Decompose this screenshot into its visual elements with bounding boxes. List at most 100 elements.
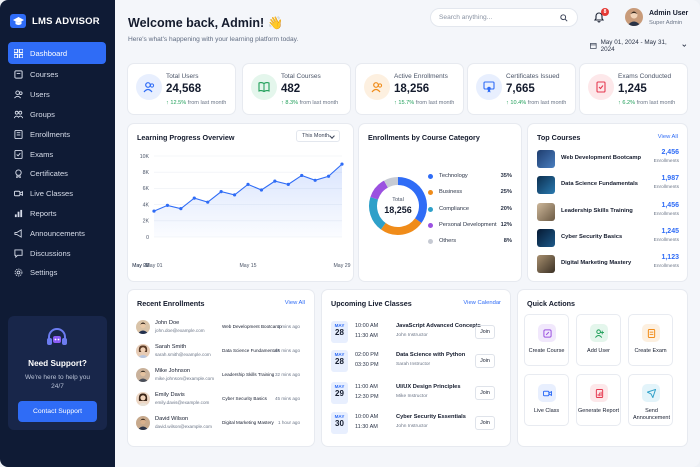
data-point[interactable] [313, 178, 317, 182]
top-course-item[interactable]: Data Science Fundamentals 1,987 Enrollme… [537, 175, 679, 194]
enrollment-row[interactable]: Emily Davis emily.davis@example.com Cybe… [136, 390, 300, 410]
live-class-item: MAY 29 11:00 AM 12:30 PM UI/UX Design Pri… [331, 382, 495, 406]
enrollment-time: 45 mins ago [274, 396, 300, 401]
sidebar-item-certificates[interactable]: Certificates [8, 164, 106, 184]
add-user-button[interactable]: Add User [576, 314, 621, 366]
data-point[interactable] [326, 174, 331, 178]
search-placeholder: Search anything... [439, 14, 493, 21]
data-point[interactable] [206, 200, 210, 204]
sidebar-item-enrollments[interactable]: Enrollments [8, 124, 106, 144]
legend-label: Technology [439, 173, 468, 179]
calendar-icon [590, 43, 597, 49]
stat-card-exams-conducted[interactable]: Exams Conducted 1,245 ↑ 6.2% from last m… [580, 64, 687, 114]
sidebar-item-users[interactable]: Users [8, 85, 106, 105]
change-value: ↑ 8.3% [281, 100, 299, 106]
top-course-item[interactable]: Web Development Bootcamp 2,456 Enrollmen… [537, 149, 679, 168]
app-name: LMS ADVISOR [32, 15, 100, 27]
student-name: Sarah Smith [155, 344, 187, 350]
view-all-enrollments-link[interactable]: View All [285, 300, 305, 306]
sidebar-item-reports[interactable]: Reports [8, 204, 106, 224]
enrollments-by-category-card: Enrollments by Course Category Total 18,… [359, 124, 521, 281]
user-avatar[interactable] [625, 8, 643, 26]
data-point[interactable] [300, 173, 304, 178]
class-instructor: John Instructor [396, 424, 428, 429]
report-icon [595, 388, 603, 398]
video-icon [14, 190, 23, 197]
send-announcement-button[interactable]: Send Announcement [628, 374, 673, 426]
contact-support-button[interactable]: Contact Support [18, 401, 97, 422]
donut-slice-business[interactable] [380, 218, 422, 235]
data-point[interactable] [273, 179, 277, 183]
enrollments-icon [14, 129, 23, 139]
enrollment-row[interactable]: Sarah Smith sarah.smith@example.com Data… [136, 342, 300, 362]
sidebar-item-settings[interactable]: Settings [8, 263, 106, 283]
enrollment-row[interactable]: John Doe john.doe@example.com Web Develo… [136, 318, 300, 338]
top-course-item[interactable]: Digital Marketing Mastery 1,123 Enrollme… [537, 254, 679, 273]
create-exam-button[interactable]: Create Exam [628, 314, 673, 366]
stat-card-certificates-issued[interactable]: Certificates Issued 7,665 ↑ 10.4% from l… [468, 64, 575, 114]
date-range-picker[interactable]: May 01, 2024 - May 31, 2024 [584, 38, 688, 53]
logo[interactable]: LMS ADVISOR [10, 14, 100, 28]
y-tick-label: 2K [143, 219, 150, 225]
data-point[interactable] [232, 193, 237, 197]
stat-card-total-courses[interactable]: Total Courses 482 ↑ 8.3% from last month [243, 64, 350, 114]
course-unit: Enrollments [653, 212, 679, 217]
data-point[interactable] [219, 190, 223, 194]
users-icon [14, 90, 23, 99]
top-course-item[interactable]: Cyber Security Basics 1,245 Enrollments [537, 228, 679, 247]
data-point[interactable] [286, 182, 290, 186]
data-point[interactable] [192, 196, 196, 200]
student-email: mike.johnson@example.com [155, 376, 215, 381]
sidebar-item-label: Users [30, 90, 50, 100]
legend-item: Compliance 20% [428, 206, 512, 212]
live-class-button[interactable]: Live Class [524, 374, 569, 426]
headset-icon [47, 328, 67, 345]
join-button[interactable]: Join [475, 354, 495, 368]
dashboard-icon [14, 48, 23, 58]
course-name: Data Science Fundamentals [561, 181, 638, 187]
top-course-item[interactable]: Leadership Skills Training 1,456 Enrollm… [537, 202, 679, 221]
enrollment-row[interactable]: Mike Johnson mike.johnson@example.com Le… [136, 366, 300, 386]
course-thumbnail [537, 255, 555, 273]
qa-label: Generate Report [578, 408, 619, 414]
data-point[interactable] [259, 188, 264, 192]
generate-report-button[interactable]: Generate Report [576, 374, 621, 426]
view-all-courses-link[interactable]: View All [658, 134, 678, 140]
sidebar-item-courses[interactable]: Courses [8, 65, 106, 85]
stat-label: Total Users [166, 73, 199, 80]
course-unit: Enrollments [653, 264, 679, 269]
sidebar-item-live-classes[interactable]: Live Classes [8, 184, 106, 204]
course-unit: Enrollments [653, 185, 679, 190]
data-point[interactable] [246, 182, 250, 186]
donut-slice-others[interactable] [384, 177, 399, 188]
data-point[interactable] [165, 203, 170, 208]
sidebar-item-exams[interactable]: Exams [8, 144, 106, 164]
sidebar-item-discussions[interactable]: Discussions [8, 243, 106, 263]
search-input[interactable]: Search anything... [430, 8, 578, 27]
create-course-icon [542, 328, 552, 338]
card-title: Upcoming Live Classes [331, 299, 412, 308]
view-calendar-link[interactable]: View Calendar [463, 300, 501, 306]
join-button[interactable]: Join [475, 386, 495, 400]
enrollment-row[interactable]: David Wilson david.wilson@example.com Di… [136, 414, 300, 434]
certificate-icon [483, 81, 495, 93]
qa-icon-bg [590, 324, 608, 342]
qa-label: Live Class [533, 408, 560, 414]
join-button[interactable]: Join [475, 416, 495, 430]
create-course-button[interactable]: Create Course [524, 314, 569, 366]
data-point[interactable] [340, 162, 344, 166]
change-value: ↑ 6.2% [618, 100, 636, 106]
join-button[interactable]: Join [475, 325, 495, 339]
user-name[interactable]: Admin User [649, 10, 688, 17]
sidebar-item-announcements[interactable]: Announcements [8, 223, 106, 243]
stat-icon-bg [136, 74, 162, 100]
stat-card-total-users[interactable]: Total Users 24,568 ↑ 12.5% from last mon… [128, 64, 235, 114]
data-point[interactable] [152, 209, 156, 213]
course-thumbnail [537, 203, 555, 221]
data-point[interactable] [179, 207, 183, 211]
user-role: Super Admin [649, 20, 683, 26]
sidebar-item-groups[interactable]: Groups [8, 105, 106, 125]
student-email: david.wilson@example.com [155, 424, 213, 429]
stat-card-active-enrollments[interactable]: Active Enrollments 18,256 ↑ 15.7% from l… [356, 64, 463, 114]
sidebar-item-dashboard[interactable]: Dashboard [8, 42, 106, 64]
